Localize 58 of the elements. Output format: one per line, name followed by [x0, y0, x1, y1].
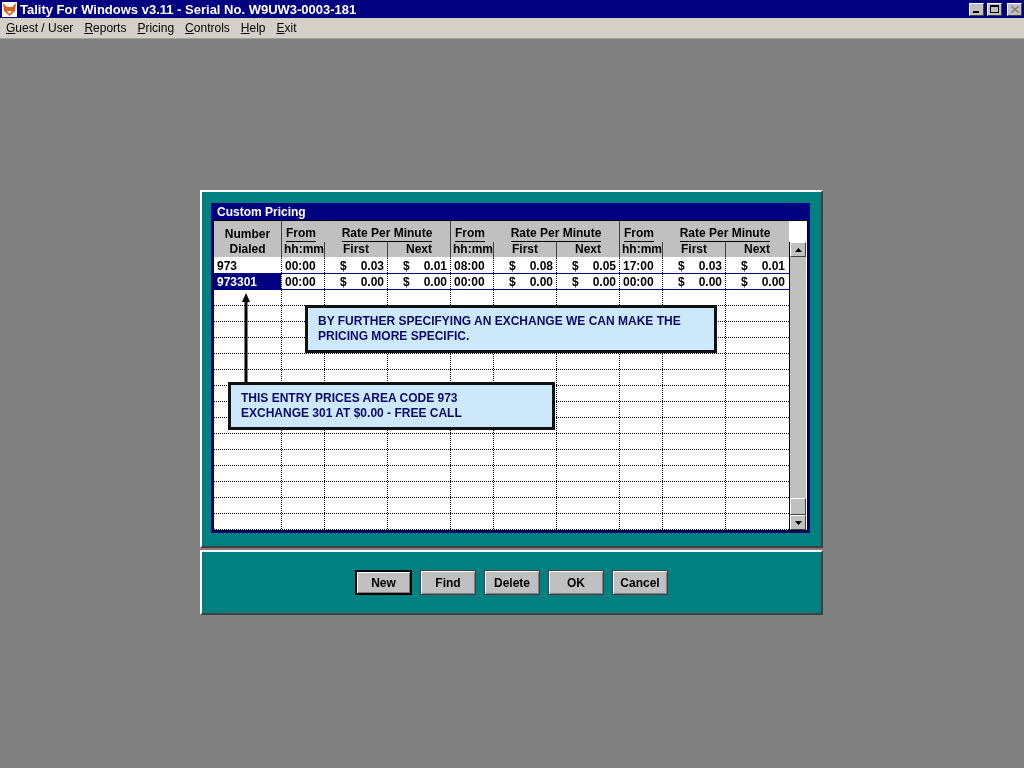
table-cell: 08:00 [450, 258, 493, 273]
close-icon [1010, 5, 1019, 13]
table-cell: $ 0.05 [556, 258, 619, 273]
table-cell: $ 0.00 [556, 274, 619, 289]
minimize-button[interactable] [969, 2, 984, 16]
down-arrow-icon [794, 520, 802, 525]
dialog-button[interactable]: New [355, 570, 412, 595]
scroll-down-button[interactable] [790, 515, 806, 530]
up-arrow-icon [794, 247, 802, 252]
maximize-icon [990, 5, 999, 13]
dialog-button[interactable]: Find [420, 570, 476, 595]
fox-logo-icon [2, 1, 17, 17]
column-header: Next [744, 242, 770, 257]
table-cell: $ 0.08 [493, 258, 556, 273]
column-header: Dialed [229, 242, 266, 257]
maximize-button[interactable] [987, 2, 1002, 16]
column-header: Next [575, 242, 601, 257]
column-header: First [681, 242, 707, 257]
menu-item[interactable]: Controls [185, 21, 230, 35]
frame-title: Custom Pricing [217, 204, 306, 219]
menu-item[interactable]: Exit [276, 21, 297, 35]
table-cell[interactable]: 973301 [214, 274, 281, 289]
column-header: hh:mm [453, 242, 493, 257]
dialog-button[interactable]: Delete [484, 570, 540, 595]
table-cell: 00:00 [281, 258, 324, 273]
dialog-button[interactable]: Cancel [612, 570, 668, 595]
close-button[interactable] [1007, 2, 1022, 16]
callout-note: BY FURTHER SPECIFYING AN EXCHANGE WE CAN MAKE THE PRICING MORE SPECIFIC. [305, 305, 717, 353]
menu-item[interactable]: Help [240, 21, 266, 35]
table-cell: 17:00 [619, 258, 662, 273]
table-cell[interactable]: 973 [214, 258, 281, 273]
dialog-button[interactable]: OK [548, 570, 604, 595]
menu-item[interactable]: Reports [84, 21, 127, 35]
table-cell: $ 0.03 [662, 258, 725, 273]
column-header: hh:mm [284, 242, 324, 257]
table-cell: $ 0.03 [324, 258, 387, 273]
table-cell: $ 0.00 [725, 274, 788, 289]
scrollbar[interactable] [789, 242, 806, 530]
table-cell: 00:00 [450, 274, 493, 289]
menu-item[interactable]: Guest / User [6, 21, 74, 35]
callout-note: THIS ENTRY PRICES AREA CODE 973 EXCHANGE 301 AT $0.00 - FREE CALL [228, 382, 555, 430]
table-cell: $ 0.00 [387, 274, 450, 289]
table-cell: $ 0.00 [324, 274, 387, 289]
table-cell: $ 0.00 [493, 274, 556, 289]
column-header: hh:mm [622, 242, 662, 257]
table-cell: $ 0.00 [662, 274, 725, 289]
table-cell: 00:00 [281, 274, 324, 289]
column-header: First [512, 242, 538, 257]
column-header: Number [224, 227, 271, 242]
column-header: First [343, 242, 369, 257]
table-cell: $ 0.01 [387, 258, 450, 273]
window-title: Tality For Windows v3.11 - Serial No. W9UW3-0003-181 [20, 1, 357, 17]
table-cell: 00:00 [619, 274, 662, 289]
table-cell: $ 0.01 [725, 258, 788, 273]
scroll-up-button[interactable] [790, 242, 806, 257]
column-header: Next [406, 242, 432, 257]
menu-item[interactable]: Pricing [137, 21, 175, 35]
scroll-thumb[interactable] [790, 498, 806, 515]
